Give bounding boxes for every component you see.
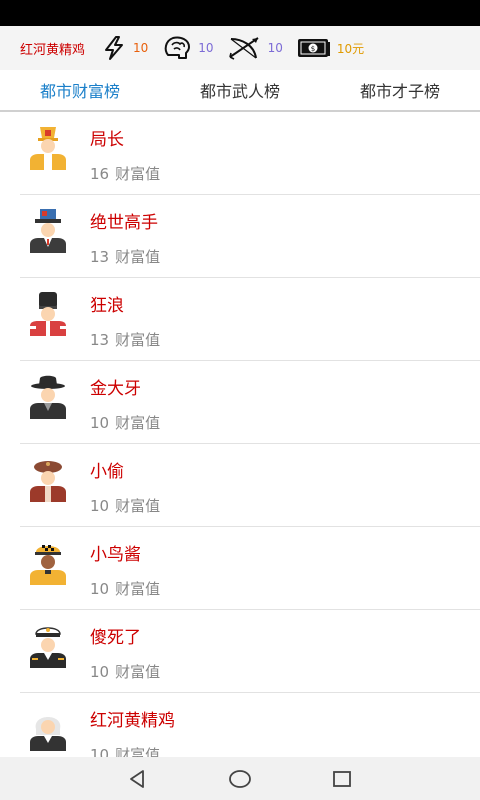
- list-item[interactable]: 金大牙 10 财富值: [0, 361, 480, 444]
- list-item[interactable]: 小鸟酱 10 财富值: [0, 527, 480, 610]
- list-item[interactable]: 小偷 10 财富值: [0, 444, 480, 527]
- home-button[interactable]: [189, 769, 291, 789]
- white-hair-man-avatar-icon: [30, 717, 66, 751]
- fedora-man-avatar-icon: [30, 375, 66, 419]
- recents-icon: [333, 770, 351, 787]
- resource-bar: 红河黄精鸡 10 10 10 $ 10元: [0, 26, 480, 70]
- tab-martial-ranking[interactable]: 都市武人榜: [160, 70, 320, 110]
- taxi-driver-avatar-icon: [30, 545, 66, 585]
- system-nav-bar: [0, 757, 480, 800]
- top-hat-gentleman-avatar-icon: [30, 209, 66, 253]
- ranking-tabs: 都市财富榜 都市武人榜 都市才子榜: [0, 70, 480, 112]
- back-button[interactable]: [87, 769, 189, 789]
- wealth-value: 13 财富值: [90, 331, 161, 349]
- wealth-value: 13 财富值: [90, 248, 161, 266]
- cap-thief-avatar-icon: [30, 461, 66, 502]
- guard-avatar-icon: [30, 292, 66, 336]
- brain-icon: [165, 36, 191, 59]
- wealth-value: 16 财富值: [90, 165, 161, 183]
- bow-arrow-icon: [228, 37, 259, 60]
- player-name: 傻死了: [90, 628, 141, 648]
- intellect-value: 10: [198, 41, 214, 55]
- wealth-value: 10 财富值: [90, 497, 161, 515]
- list-item[interactable]: 傻死了 10 财富值: [0, 610, 480, 693]
- list-item[interactable]: 狂浪 13 财富值: [0, 278, 480, 361]
- money-icon: $: [297, 39, 330, 57]
- captain-avatar-icon: [30, 627, 66, 668]
- list-item[interactable]: 局长 16 财富值: [0, 112, 480, 195]
- energy-value: 10: [133, 41, 149, 55]
- home-icon: [229, 769, 251, 788]
- back-icon: [130, 769, 144, 788]
- player-name: 绝世高手: [90, 213, 158, 233]
- stat-money: $ 10元: [297, 36, 364, 60]
- list-item[interactable]: 红河黄精鸡 10 财富值: [0, 693, 480, 757]
- tab-wealth-ranking[interactable]: 都市财富榜: [0, 70, 160, 110]
- wealth-value: 10 财富值: [90, 663, 161, 681]
- wealth-value: 10 财富值: [90, 414, 161, 432]
- svg-text:$: $: [311, 45, 315, 53]
- wealth-value: 10 财富值: [90, 746, 161, 757]
- ranking-list[interactable]: 局长 16 财富值 绝世高手 13 财富值 狂浪 13 财富值 金大牙 10 财…: [0, 112, 480, 757]
- recents-button[interactable]: [291, 769, 393, 789]
- player-name: 金大牙: [90, 379, 141, 399]
- player-name: 狂浪: [90, 296, 124, 316]
- tab-talent-ranking[interactable]: 都市才子榜: [320, 70, 480, 110]
- stat-martial: 10: [228, 35, 283, 61]
- player-name: 局长: [90, 130, 124, 150]
- lightning-icon: [105, 36, 124, 60]
- wealth-value: 10 财富值: [90, 580, 161, 598]
- player-name: 红河黄精鸡: [20, 42, 86, 58]
- martial-value: 10: [267, 41, 283, 55]
- chief-avatar-icon: [30, 127, 66, 170]
- stat-energy: 10: [101, 35, 148, 61]
- money-value: 10元: [336, 41, 365, 56]
- player-name: 小偷: [90, 462, 124, 482]
- player-name: 红河黄精鸡: [90, 711, 175, 731]
- list-item[interactable]: 绝世高手 13 财富值: [0, 195, 480, 278]
- player-name: 小鸟酱: [90, 545, 141, 565]
- stat-intellect: 10: [162, 35, 214, 61]
- status-bar: [0, 0, 480, 26]
